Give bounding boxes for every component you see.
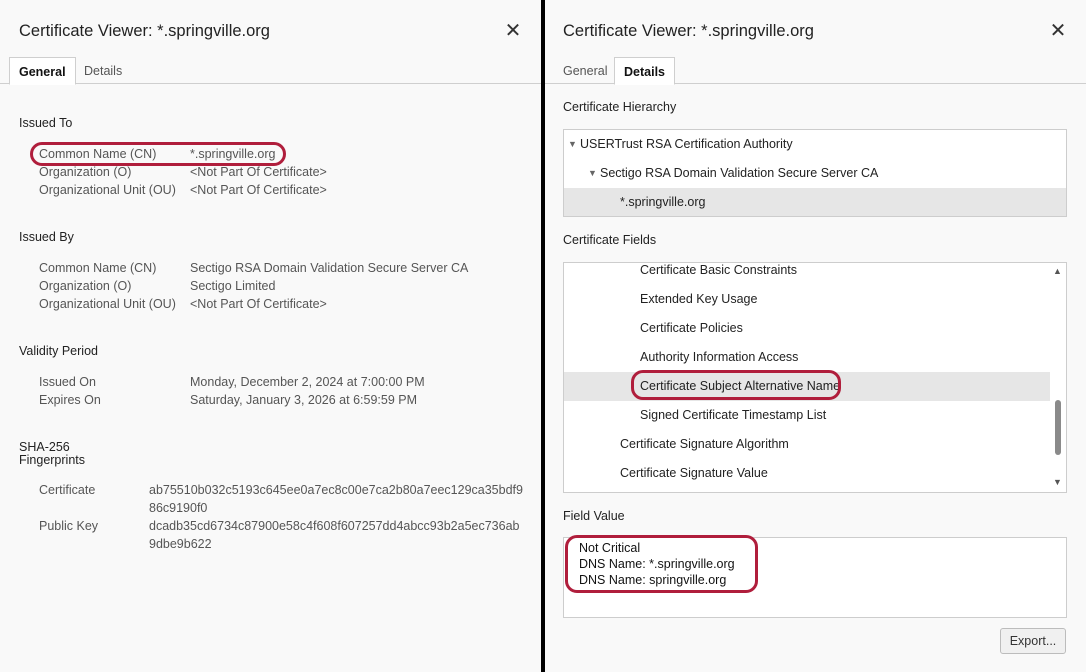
tree-item-label: Sectigo RSA Domain Validation Secure Ser…	[600, 166, 879, 180]
tree-item-label: *.springville.org	[620, 195, 706, 209]
fields-heading: Certificate Fields	[563, 233, 657, 247]
expand-triangle-icon[interactable]: ▼	[588, 159, 597, 188]
dialog-title: Certificate Viewer: *.springville.org	[563, 22, 814, 40]
issued-to-cn-value: *.springville.org	[190, 147, 276, 161]
certificate-fingerprint-value: ab75510b032c5193c645ee0a7ec8c00e7ca2b80a…	[149, 483, 523, 515]
field-value-line: Not Critical	[579, 541, 641, 555]
field-value-heading: Field Value	[563, 509, 625, 523]
dialog-title: Certificate Viewer: *.springville.org	[19, 22, 270, 40]
tab-details[interactable]: Details	[614, 57, 675, 85]
field-label: Certificate Policies	[640, 321, 743, 335]
field-label: Certificate Basic Constraints	[640, 263, 798, 277]
issued-by-o-value: Sectigo Limited	[190, 279, 276, 293]
field-item[interactable]: Extended Key Usage	[564, 285, 1051, 314]
tree-item-label: USERTrust RSA Certification Authority	[580, 137, 793, 151]
expires-on-label: Expires On	[39, 393, 101, 407]
field-label: Signed Certificate Timestamp List	[640, 408, 827, 422]
issued-to-ou-value: <Not Part Of Certificate>	[190, 183, 327, 197]
expires-on-value: Saturday, January 3, 2026 at 6:59:59 PM	[190, 393, 417, 407]
issued-by-ou-value: <Not Part Of Certificate>	[190, 297, 327, 311]
tab-general[interactable]: General	[554, 57, 616, 84]
issued-to-cn-label: Common Name (CN)	[39, 147, 157, 161]
issued-by-o-label: Organization (O)	[39, 279, 132, 293]
tab-details[interactable]: Details	[75, 57, 131, 84]
certificate-viewer-details: Certificate Viewer: *.springville.org ✕ …	[545, 0, 1086, 672]
field-item[interactable]: Certificate Policies	[564, 314, 1051, 343]
field-item[interactable]: Certificate Signature Value	[564, 459, 1051, 488]
tab-bar: General Details	[545, 57, 1086, 85]
scrollbar-thumb[interactable]	[1055, 400, 1061, 455]
expand-triangle-icon[interactable]: ▼	[568, 130, 577, 159]
field-item-selected[interactable]: Certificate Subject Alternative Name	[564, 372, 1051, 401]
tree-item-leaf[interactable]: *.springville.org	[564, 188, 1066, 216]
scroll-up-icon[interactable]: ▲	[1053, 266, 1062, 276]
fingerprints-heading: Fingerprints	[19, 453, 85, 467]
tree-item-root[interactable]: ▼ USERTrust RSA Certification Authority	[564, 130, 1066, 159]
hierarchy-tree: ▼ USERTrust RSA Certification Authority …	[563, 129, 1067, 217]
field-item[interactable]: Signed Certificate Timestamp List	[564, 401, 1051, 430]
field-label: Certificate Subject Alternative Name	[640, 379, 841, 393]
validity-heading: Validity Period	[19, 344, 98, 358]
certificate-fields-list: Certificate Basic Constraints Extended K…	[563, 262, 1067, 493]
issued-to-ou-label: Organizational Unit (OU)	[39, 183, 176, 197]
close-icon[interactable]: ✕	[503, 20, 523, 42]
certificate-viewer-general: Certificate Viewer: *.springville.org ✕ …	[0, 0, 541, 672]
field-value-line: DNS Name: springville.org	[579, 573, 727, 587]
close-icon[interactable]: ✕	[1048, 20, 1068, 42]
field-item[interactable]: Authority Information Access	[564, 343, 1051, 372]
fields-scrollbar[interactable]: ▲ ▼	[1050, 263, 1066, 492]
issued-to-o-label: Organization (O)	[39, 165, 132, 179]
public-key-fingerprint-value: dcadb35cd6734c87900e58c4f608f607257dd4ab…	[149, 519, 520, 551]
scroll-down-icon[interactable]: ▼	[1053, 477, 1062, 487]
issued-by-ou-label: Organizational Unit (OU)	[39, 297, 176, 311]
field-label: Certificate Signature Algorithm	[620, 437, 789, 451]
export-button[interactable]: Export...	[1000, 628, 1066, 654]
field-label: Authority Information Access	[640, 350, 799, 364]
certificate-fingerprint-label: Certificate	[39, 483, 96, 497]
issued-by-cn-label: Common Name (CN)	[39, 261, 157, 275]
tab-general[interactable]: General	[9, 57, 76, 85]
public-key-fingerprint-label: Public Key	[39, 519, 99, 533]
field-label: Extended Key Usage	[640, 292, 758, 306]
field-value-box: Not Critical DNS Name: *.springville.org…	[563, 537, 1067, 618]
field-label: Certificate Signature Value	[620, 466, 768, 480]
field-item[interactable]: Certificate Basic Constraints	[564, 263, 1051, 285]
issued-to-heading: Issued To	[19, 116, 73, 130]
field-item[interactable]: Certificate Signature Algorithm	[564, 430, 1051, 459]
issued-on-label: Issued On	[39, 375, 96, 389]
sha256-heading: SHA-256	[19, 440, 70, 454]
issued-by-heading: Issued By	[19, 230, 74, 244]
issued-on-value: Monday, December 2, 2024 at 7:00:00 PM	[190, 375, 425, 389]
issued-by-cn-value: Sectigo RSA Domain Validation Secure Ser…	[190, 261, 469, 275]
hierarchy-heading: Certificate Hierarchy	[563, 100, 677, 114]
tree-item-intermediate[interactable]: ▼ Sectigo RSA Domain Validation Secure S…	[564, 159, 1066, 188]
field-value-line: DNS Name: *.springville.org	[579, 557, 735, 571]
tab-bar: General Details	[0, 57, 541, 85]
issued-to-o-value: <Not Part Of Certificate>	[190, 165, 327, 179]
